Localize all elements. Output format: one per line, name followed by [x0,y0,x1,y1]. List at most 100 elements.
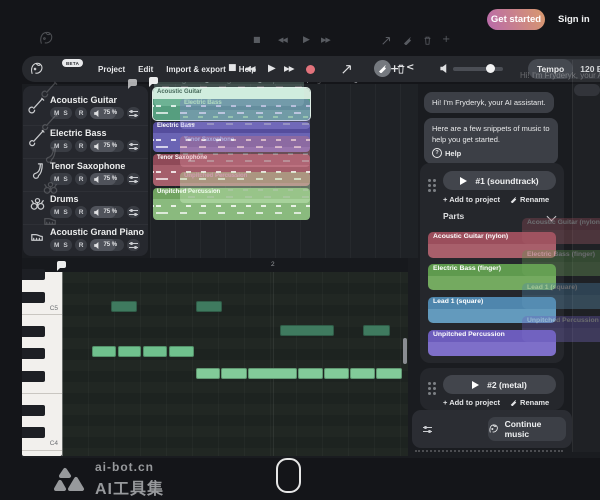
playhead-marker[interactable] [149,77,158,84]
tune-icon [129,241,138,249]
pencil-tool-button[interactable] [374,60,391,77]
volume-icon[interactable] [440,64,448,73]
sign-in-link[interactable]: Sign in [558,14,590,25]
help-icon: ? [432,148,442,158]
tune-icon [129,208,138,216]
midi-note[interactable] [221,368,247,379]
piano-roll-playhead-marker[interactable] [57,261,66,268]
part-acoustic-guitar-nylon[interactable]: Acoustic Guitar (nylon) [428,232,556,258]
record-arm-button[interactable]: R [75,173,88,185]
midi-note[interactable] [324,368,349,379]
track-name: Acoustic Grand Piano [50,227,144,237]
rename-button[interactable]: Rename [510,398,549,407]
tune-icon [129,109,138,117]
menu-edit[interactable]: Edit [138,65,153,74]
midi-note[interactable] [169,346,194,357]
get-started-button[interactable]: Get started [487,9,545,30]
snippet-card-2: #2 (metal) + Add to project Rename [420,368,564,410]
add-to-project-button[interactable]: + Add to project [443,398,500,407]
track-volume-slider[interactable]: 75 % [90,206,124,218]
app-logo-icon[interactable] [29,61,45,77]
mute-solo-buttons[interactable]: MS [50,239,72,251]
track-settings-button[interactable] [127,107,140,119]
mouse-shape [276,458,301,493]
midi-note[interactable] [118,346,141,357]
volume-slider[interactable] [453,67,503,71]
black-key[interactable] [22,405,45,416]
arrangement-timeline[interactable]: 3 5 7 9 3 5 7 9 Acoustic Guitar Electric… [150,84,418,258]
record-arm-button[interactable]: R [75,107,88,119]
track-settings-button[interactable] [127,173,140,185]
black-key[interactable] [22,326,45,337]
tune-icon [129,142,138,150]
part-electric-bass-finger[interactable]: Electric Bass (finger) [428,264,556,290]
pencil-icon [510,399,517,406]
track-settings-button[interactable] [127,140,140,152]
menu-project[interactable]: Project [98,65,125,74]
track-volume-slider[interactable]: 75 % [90,173,124,185]
track-volume-slider[interactable]: 75 % [90,107,124,119]
watermark-domain: ai-bot.cn [95,460,164,474]
midi-note[interactable] [92,346,116,357]
record-button[interactable] [306,65,315,74]
rewind-button[interactable]: ◀◀ [245,65,255,73]
record-arm-button[interactable]: R [75,239,88,251]
add-track-button[interactable]: + [390,63,399,74]
track-settings-button[interactable] [127,239,140,251]
drag-handle-icon[interactable] [428,382,431,385]
app-screen: Get started Sign in ■ ◀◀ ▶ ▶▶ + BETA Pro… [0,0,600,500]
record-arm-button[interactable]: R [75,140,88,152]
midi-note[interactable] [196,368,220,379]
midi-note[interactable] [298,368,323,379]
part-unpitched-percussion[interactable]: Unpitched Percussion [428,330,556,356]
trash-icon-ghost [423,36,432,45]
assistant-settings-button[interactable] [423,425,432,433]
midi-note[interactable] [280,325,334,336]
midi-note[interactable] [350,368,375,379]
cursor-tool-button[interactable] [342,64,352,74]
watermark-logo-icon [52,466,86,494]
menu-import-export[interactable]: Import & export [166,65,226,74]
black-key[interactable] [22,371,45,382]
midi-note[interactable] [143,346,167,357]
piano-roll-scrollbar[interactable] [403,338,407,364]
track-volume-slider[interactable]: 75 % [90,140,124,152]
fast-forward-button[interactable]: ▶▶ [284,65,294,73]
pencil-icon-ghost [403,36,412,45]
volume-slider-knob[interactable] [486,64,495,73]
help-link[interactable]: ? Help [432,148,550,159]
part-lead-1-square[interactable]: Lead 1 (square) [428,297,556,323]
snippet-2-play-button[interactable]: #2 (metal) [443,375,556,394]
black-key[interactable] [22,348,45,359]
record-arm-button[interactable]: R [75,206,88,218]
continue-music-button[interactable]: Continue music [488,417,566,441]
midi-note[interactable] [111,301,137,312]
black-key[interactable] [22,269,45,280]
black-key[interactable] [22,292,45,303]
clip-unpitched-percussion[interactable]: Unpitched Percussion [153,188,310,220]
midi-note[interactable] [363,325,390,336]
collapse-button[interactable]: < [406,63,414,73]
main-toolbar: BETA Project Edit Import & export Help ■… [22,56,600,82]
piano-roll-grid[interactable] [62,272,408,456]
watermark-cn-text: AI工具集 [95,475,164,499]
ghost-panel-edge [572,60,600,452]
track-settings-button[interactable] [127,206,140,218]
fast-forward-icon-ghost: ▶▶ [321,37,330,44]
clip-electric-bass[interactable]: Electric Bass [153,122,310,152]
track-row[interactable]: Acoustic Grand Piano MS R 75 % [23,224,148,257]
midi-note[interactable] [248,368,297,379]
piano-keyboard[interactable]: C5 C4 [22,272,62,456]
black-key[interactable] [22,427,45,438]
assistant-intro-bubble: Here are a few snippets of music to help… [424,118,558,164]
clip-tenor-saxophone[interactable]: Tenor Saxophone [153,154,310,186]
speaker-icon [94,242,100,249]
stop-button[interactable]: ■ [228,64,237,73]
track-volume-slider[interactable]: 75 % [90,239,124,251]
play-icon [472,381,479,389]
midi-note[interactable] [196,301,222,312]
midi-note[interactable] [376,368,402,379]
clip-acoustic-guitar[interactable]: Acoustic Guitar [153,88,310,120]
piano-roll-ruler[interactable]: 2 [22,258,408,272]
play-button[interactable]: ▶ [268,64,276,74]
